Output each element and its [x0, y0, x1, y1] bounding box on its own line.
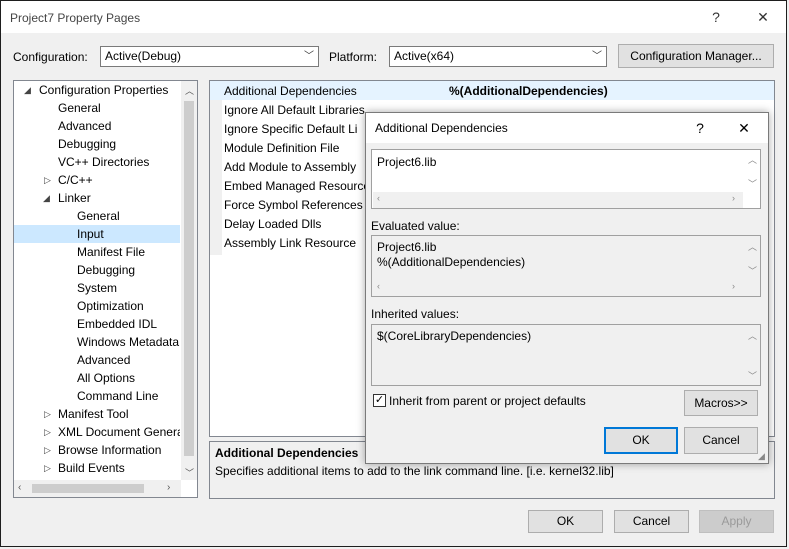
chevron-down-icon: ﹀: [304, 51, 314, 62]
chevron-left-icon[interactable]: ‹: [377, 193, 380, 203]
inherited-value: $(CoreLibraryDependencies): [377, 329, 532, 343]
edit-hscrollbar[interactable]: [373, 192, 743, 208]
evaluated-value-box: Project6.lib %(AdditionalDependencies) ‹…: [371, 235, 761, 297]
additional-dependencies-dialog: Additional Dependencies ? ✕ Project6.lib…: [365, 112, 769, 464]
chevron-down-icon[interactable]: ﹀: [748, 369, 757, 382]
title-bar: Project7 Property Pages: [1, 1, 786, 33]
dependencies-edit-value: Project6.lib: [377, 155, 437, 169]
platform-value: Active(x64): [394, 49, 455, 63]
configuration-label: Configuration:: [13, 50, 88, 64]
dialog-ok-label: OK: [632, 433, 650, 447]
macros-label: Macros>>: [694, 396, 748, 410]
help-button[interactable]: ?: [693, 1, 739, 33]
expanded-arrow-icon[interactable]: ◢: [43, 193, 50, 204]
platform-label: Platform:: [329, 50, 378, 64]
close-icon: ✕: [757, 9, 769, 25]
apply-label: Apply: [721, 514, 752, 528]
dialog-title: Additional Dependencies: [375, 121, 508, 135]
description-text: Specifies additional items to add to the…: [215, 464, 614, 478]
tree-item-debugging[interactable]: Debugging: [58, 135, 116, 153]
close-icon: ✕: [738, 120, 750, 136]
macros-button[interactable]: Macros>>: [684, 390, 758, 416]
tree-item-xml-document-generator[interactable]: XML Document Genera: [58, 423, 180, 441]
tree-item-linker[interactable]: Linker: [58, 189, 91, 207]
dialog-cancel-button[interactable]: Cancel: [684, 427, 758, 454]
chevron-down-icon[interactable]: ﹀: [748, 177, 757, 190]
evaluated-line-1: Project6.lib: [377, 240, 437, 254]
tree-item-advanced[interactable]: Advanced: [58, 117, 111, 135]
collapsed-arrow-icon[interactable]: ▷: [44, 409, 51, 420]
configuration-manager-button[interactable]: Configuration Manager...: [618, 44, 774, 68]
tree-item-browse-information[interactable]: Browse Information: [58, 441, 161, 459]
tree-item-configuration-properties[interactable]: Configuration Properties: [39, 81, 168, 99]
tree-item-optimization[interactable]: Optimization: [77, 297, 144, 315]
resize-grip-icon[interactable]: ◢: [758, 451, 765, 462]
tree-item-build-events[interactable]: Build Events: [58, 459, 125, 477]
collapsed-arrow-icon[interactable]: ▷: [44, 445, 51, 456]
chevron-up-icon[interactable]: ︿: [185, 84, 194, 97]
chevron-left-icon[interactable]: ‹: [18, 482, 21, 493]
dialog-cancel-label: Cancel: [702, 433, 740, 447]
help-icon: ?: [712, 9, 720, 25]
property-additional-dependencies-value[interactable]: %(AdditionalDependencies): [449, 82, 608, 101]
tree-item-embedded-idl[interactable]: Embedded IDL: [77, 315, 157, 333]
tree-vscroll-thumb[interactable]: [184, 101, 194, 456]
tree-item-linker-general[interactable]: General: [77, 207, 120, 225]
tree-item-manifest-file[interactable]: Manifest File: [77, 243, 145, 261]
property-additional-dependencies[interactable]: Additional Dependencies: [224, 82, 441, 101]
configuration-manager-label: Configuration Manager...: [630, 49, 762, 63]
dialog-help-button[interactable]: ?: [680, 113, 720, 143]
chevron-up-icon[interactable]: ︿: [748, 329, 757, 342]
chevron-right-icon[interactable]: ›: [732, 281, 735, 291]
tree-item-linker-input[interactable]: Input: [14, 225, 180, 243]
tree-item-linker-advanced[interactable]: Advanced: [77, 351, 130, 369]
dialog-ok-button[interactable]: OK: [604, 427, 678, 454]
chevron-down-icon[interactable]: ﹀: [185, 466, 194, 479]
cancel-button[interactable]: Cancel: [614, 510, 689, 533]
configuration-dropdown[interactable]: Active(Debug) ﹀: [100, 46, 319, 67]
chevron-up-icon[interactable]: ︿: [748, 240, 757, 253]
tree-hscrollbar[interactable]: ‹ ›: [14, 480, 181, 497]
inherited-values-box: $(CoreLibraryDependencies) ︿ ﹀: [371, 324, 761, 386]
tree-hscroll-thumb[interactable]: [32, 484, 144, 493]
configuration-value: Active(Debug): [105, 49, 182, 63]
description-title: Additional Dependencies: [215, 446, 359, 460]
inherit-checkbox-label[interactable]: Inherit from parent or project defaults: [389, 394, 586, 408]
tree-item-c-cpp[interactable]: C/C++: [58, 171, 93, 189]
inherited-values-label: Inherited values:: [371, 307, 460, 321]
ok-button[interactable]: OK: [528, 510, 603, 533]
chevron-down-icon: ﹀: [592, 51, 602, 62]
tree-item-general[interactable]: General: [58, 99, 101, 117]
tree-item-command-line[interactable]: Command Line: [77, 387, 158, 405]
apply-button[interactable]: Apply: [699, 510, 774, 533]
tree-item-vc-directories[interactable]: VC++ Directories: [58, 153, 149, 171]
collapsed-arrow-icon[interactable]: ▷: [44, 427, 51, 438]
chevron-right-icon[interactable]: ›: [732, 193, 735, 203]
tree-item-system[interactable]: System: [77, 279, 117, 297]
cancel-label: Cancel: [632, 514, 671, 528]
property-grid-margin: [210, 81, 222, 255]
collapsed-arrow-icon[interactable]: ▷: [44, 175, 51, 186]
platform-dropdown[interactable]: Active(x64) ﹀: [389, 46, 607, 67]
inherit-checkbox[interactable]: ✓: [373, 394, 386, 407]
expanded-arrow-icon[interactable]: ◢: [24, 85, 31, 96]
window-title: Project7 Property Pages: [10, 11, 141, 25]
chevron-right-icon[interactable]: ›: [167, 482, 170, 493]
dependencies-edit-box[interactable]: Project6.lib ‹ › ︿ ﹀: [371, 149, 761, 209]
chevron-left-icon[interactable]: ‹: [377, 281, 380, 291]
ok-label: OK: [556, 514, 575, 528]
tree-item-windows-metadata[interactable]: Windows Metadata: [77, 333, 180, 351]
tree-item-manifest-tool[interactable]: Manifest Tool: [58, 405, 128, 423]
tree-item-all-options[interactable]: All Options: [77, 369, 135, 387]
evaluated-line-2: %(AdditionalDependencies): [377, 255, 526, 269]
tree-item-linker-debugging[interactable]: Debugging: [77, 261, 135, 279]
close-button[interactable]: ✕: [740, 1, 786, 33]
collapsed-arrow-icon[interactable]: ▷: [44, 463, 51, 474]
chevron-down-icon[interactable]: ﹀: [748, 264, 757, 277]
tree-vscrollbar[interactable]: ︿ ﹀: [181, 81, 197, 480]
evaluated-value-label: Evaluated value:: [371, 219, 460, 233]
dialog-close-button[interactable]: ✕: [724, 113, 764, 143]
help-icon: ?: [696, 120, 704, 136]
chevron-up-icon[interactable]: ︿: [748, 153, 757, 166]
